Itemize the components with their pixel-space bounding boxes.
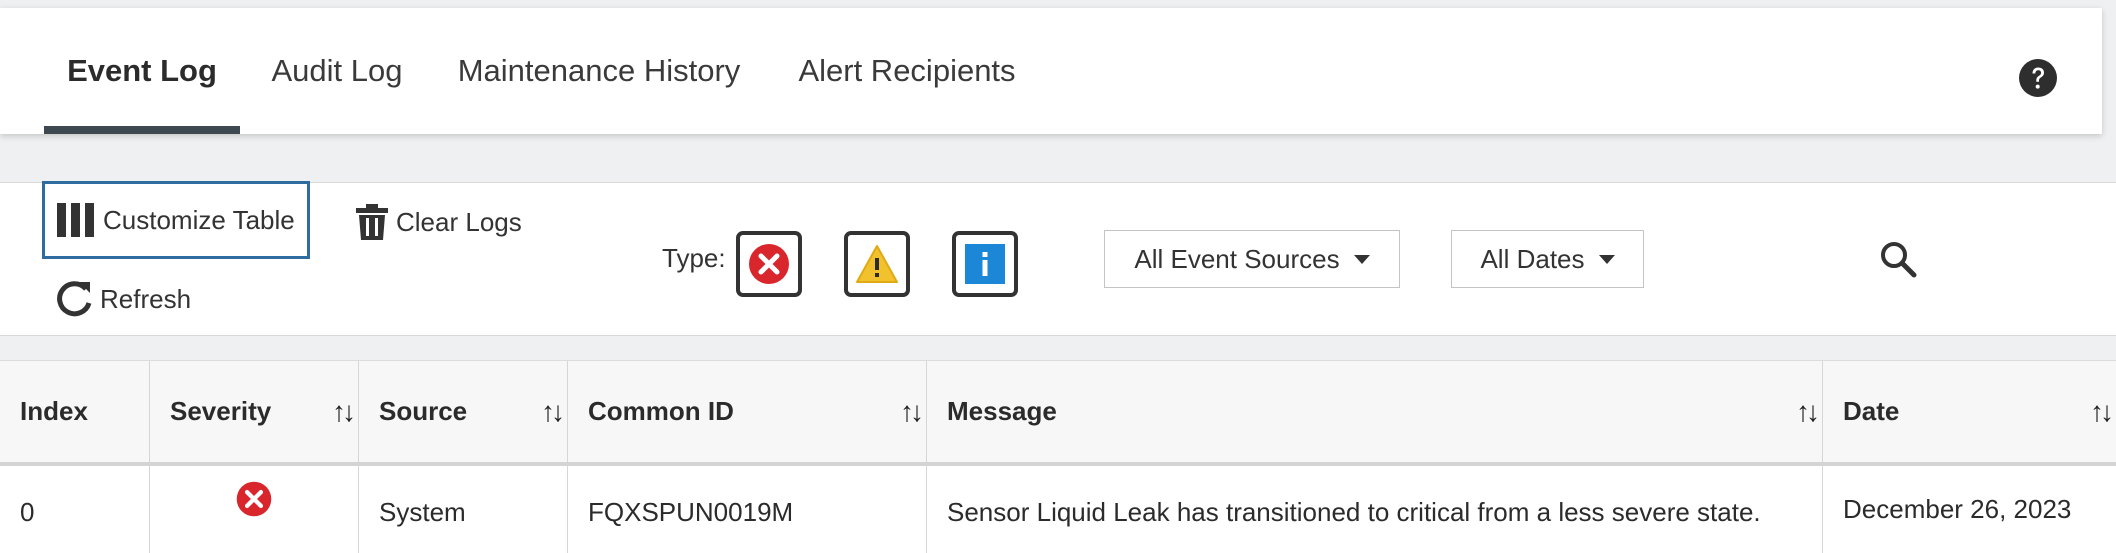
warning-triangle-icon: [856, 245, 898, 283]
sort-icon[interactable]: ↑↓: [541, 396, 565, 428]
cell-date: December 26, 2023: [1843, 494, 2072, 524]
refresh-label: Refresh: [100, 283, 192, 314]
error-filter-button[interactable]: [736, 231, 802, 297]
sort-icon[interactable]: ↑↓: [2090, 396, 2114, 428]
event-sources-selected: All Event Sources: [1134, 243, 1340, 274]
dates-dropdown[interactable]: All Dates: [1451, 230, 1644, 288]
event-sources-dropdown[interactable]: All Event Sources: [1104, 230, 1400, 288]
refresh-button[interactable]: Refresh: [56, 277, 191, 321]
column-label: Index: [20, 396, 88, 426]
column-header-index[interactable]: Index: [0, 361, 150, 462]
refresh-icon: [56, 281, 92, 317]
column-header-severity[interactable]: Severity ↑↓: [150, 361, 359, 462]
tab-event-log[interactable]: Event Log: [44, 8, 240, 134]
cell-source: System: [359, 466, 568, 553]
customize-table-label: Customize Table: [103, 204, 295, 235]
column-header-date[interactable]: Date ↑↓: [1823, 361, 2116, 462]
cell-index: 0: [0, 466, 150, 553]
error-x-icon: [749, 244, 789, 284]
column-header-common-id[interactable]: Common ID ↑↓: [568, 361, 927, 462]
column-label: Severity: [170, 396, 272, 426]
column-header-message[interactable]: Message ↑↓: [927, 361, 1823, 462]
trash-icon: [356, 204, 388, 240]
column-label: Common ID: [588, 396, 734, 426]
search-icon[interactable]: [1878, 239, 1918, 279]
column-label: Message: [947, 396, 1057, 426]
cell-common-id: FQXSPUN0019M: [568, 466, 927, 553]
customize-table-button[interactable]: Customize Table: [42, 181, 310, 259]
question-circle-icon[interactable]: [2018, 58, 2058, 98]
event-log-table: Index Severity ↑↓ Source ↑↓ Common ID ↑↓…: [0, 360, 2116, 553]
sort-icon[interactable]: ↑↓: [900, 396, 924, 428]
column-header-source[interactable]: Source ↑↓: [359, 361, 568, 462]
sort-icon[interactable]: ↑↓: [1796, 396, 1820, 428]
type-filter-label: Type:: [662, 243, 726, 273]
column-label: Date: [1843, 396, 1900, 426]
cell-severity: [150, 466, 359, 553]
table-header: Index Severity ↑↓ Source ↑↓ Common ID ↑↓…: [0, 360, 2116, 466]
warning-filter-button[interactable]: [844, 231, 910, 297]
table-row[interactable]: 0 System FQXSPUN0019M Sensor Liquid Leak…: [0, 466, 2116, 553]
column-label: Source: [379, 396, 468, 426]
info-filter-button[interactable]: [952, 231, 1018, 297]
clear-logs-button[interactable]: Clear Logs: [356, 201, 522, 243]
caret-down-icon: [1353, 254, 1370, 264]
columns-icon: [57, 203, 95, 237]
info-icon: [965, 244, 1005, 284]
cell-message: Sensor Liquid Leak has transitioned to c…: [927, 466, 1823, 553]
clear-logs-label: Clear Logs: [396, 206, 522, 237]
tab-audit-log[interactable]: Audit Log: [262, 8, 412, 134]
tab-bar: Event Log Audit Log Maintenance History …: [0, 8, 2102, 134]
sort-icon[interactable]: ↑↓: [332, 396, 356, 428]
caret-down-icon: [1598, 254, 1615, 264]
error-x-icon: [236, 481, 272, 517]
toolbar: Customize Table Clear Logs Refresh Type:: [0, 181, 2116, 336]
tab-maintenance-history[interactable]: Maintenance History: [446, 8, 752, 134]
tab-alert-recipients[interactable]: Alert Recipients: [782, 8, 1032, 134]
active-tab-indicator: [44, 126, 240, 134]
dates-selected: All Dates: [1480, 243, 1585, 274]
